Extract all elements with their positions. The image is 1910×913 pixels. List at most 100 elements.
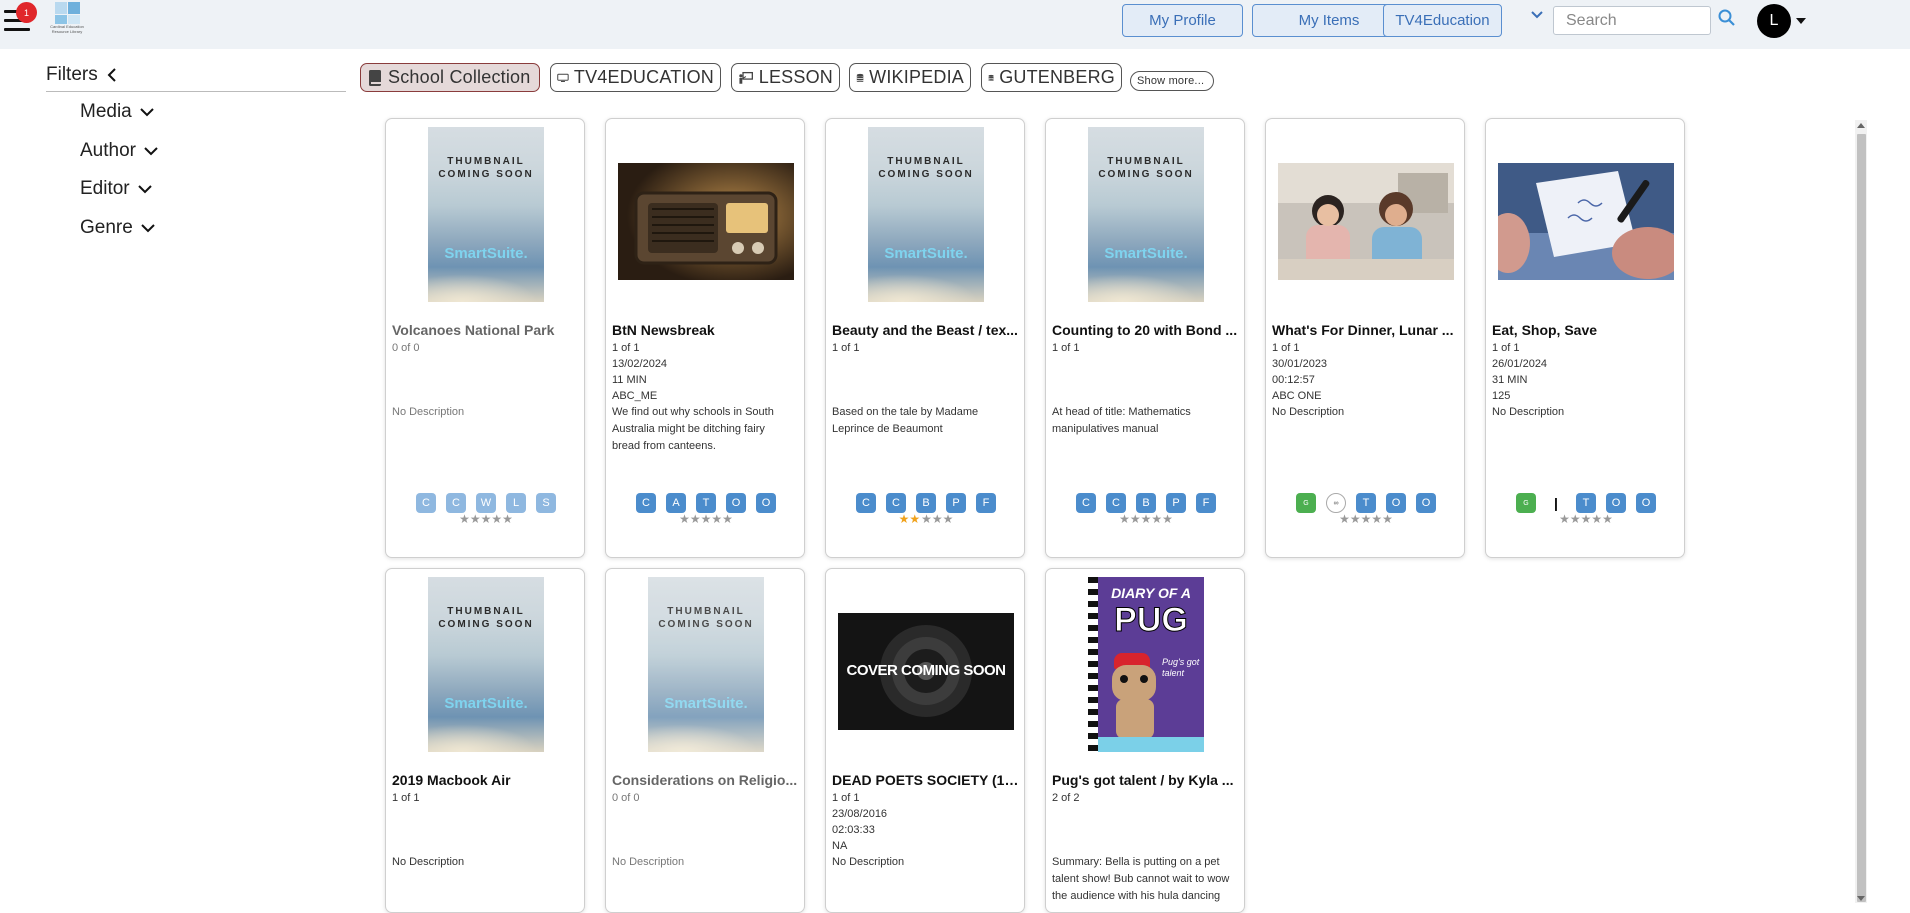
card-meta: 1 of 1 26/01/2024 31 MIN 125 xyxy=(1492,342,1548,402)
tv4education-button[interactable]: TV4Education xyxy=(1383,4,1502,37)
scroll-up-icon[interactable] xyxy=(1857,123,1865,128)
card-badges: G | T O O xyxy=(1486,493,1684,513)
user-avatar[interactable]: L xyxy=(1757,4,1791,38)
resource-card[interactable]: BtN Newsbreak 1 of 1 13/02/2024 11 MIN ABC_… xyxy=(605,118,805,558)
category-badge: C xyxy=(1076,493,1096,513)
category-badge: B xyxy=(916,493,936,513)
resource-card[interactable]: What's For Dinner, Lunar ... 1 of 1 30/01… xyxy=(1265,118,1465,558)
category-badge: P xyxy=(946,493,966,513)
thumbnail-brand: SmartSuite. xyxy=(664,695,748,712)
results-scrollbar[interactable] xyxy=(1855,120,1867,903)
card-title: Considerations on Religio... xyxy=(612,772,798,788)
star-rating[interactable]: ★★★★★ xyxy=(1046,513,1244,525)
abc-logo-icon: ∞ xyxy=(1326,493,1346,513)
resource-card[interactable]: THUMBNAIL COMING SOON SmartSuite. Volcano… xyxy=(385,118,585,558)
site-logo[interactable]: Cardinal Education Resource Library xyxy=(46,2,88,38)
resource-card[interactable]: DIARY OF A PUG Pug's got talent Pug's go… xyxy=(1045,568,1245,913)
scroll-down-icon[interactable] xyxy=(1857,896,1865,901)
channel-logo-icon: G xyxy=(1296,493,1316,513)
book-cover-image: DIARY OF A PUG Pug's got talent xyxy=(1088,577,1204,752)
star-rating[interactable]: ★★★★★ xyxy=(606,513,804,525)
filter-genre[interactable]: Genre xyxy=(80,217,156,239)
pill-label: WIKIPEDIA xyxy=(869,67,964,87)
resource-card[interactable]: COVER COMING SOON DEAD POETS SOCIETY (19… xyxy=(825,568,1025,913)
my-profile-button[interactable]: My Profile xyxy=(1122,4,1243,37)
category-badge: S xyxy=(536,493,556,513)
teacher-board-icon xyxy=(739,71,753,84)
thumbnail-placeholder: THUMBNAIL COMING SOON SmartSuite. xyxy=(868,127,984,302)
divider-logo-icon: | xyxy=(1546,493,1566,513)
star-rating[interactable]: ★★★★★ xyxy=(826,513,1024,525)
card-badges: C C B P F xyxy=(1046,493,1244,513)
chevron-left-icon[interactable] xyxy=(106,67,118,83)
star-rating[interactable]: ★★★★★ xyxy=(1486,513,1684,525)
resource-card[interactable]: THUMBNAIL COMING SOON SmartSuite. Beauty … xyxy=(825,118,1025,558)
source-pill-gutenberg[interactable]: GUTENBERG xyxy=(981,63,1122,92)
category-badge: C xyxy=(856,493,876,513)
top-bar: 1 Cardinal Education Resource Library My… xyxy=(0,0,1910,49)
card-title: DEAD POETS SOCIETY (1989) xyxy=(832,772,1020,788)
card-description: No Description xyxy=(612,856,685,868)
database-icon xyxy=(988,74,994,81)
source-pill-tv4education[interactable]: TV4EDUCATION xyxy=(550,63,721,92)
card-meta: 2 of 2 xyxy=(1052,792,1080,804)
chevron-down-icon xyxy=(141,224,155,233)
filter-author[interactable]: Author xyxy=(80,140,159,162)
search-input[interactable] xyxy=(1553,6,1711,35)
category-badge: T xyxy=(1576,493,1596,513)
category-badge: A xyxy=(666,493,686,513)
thumbnail-placeholder: THUMBNAIL COMING SOON SmartSuite. xyxy=(428,127,544,302)
card-badges: C C W L S xyxy=(386,493,584,513)
filters-divider xyxy=(46,91,346,92)
filter-label: Editor xyxy=(80,178,130,199)
source-pill-school-collection[interactable]: School Collection xyxy=(360,63,540,92)
filter-media[interactable]: Media xyxy=(80,101,155,123)
card-description: No Description xyxy=(1492,406,1565,418)
resource-card[interactable]: THUMBNAIL COMING SOON SmartSuite. Countin… xyxy=(1045,118,1245,558)
filter-label: Author xyxy=(80,140,136,161)
card-title: BtN Newsbreak xyxy=(612,322,715,338)
card-meta: 0 of 0 xyxy=(392,342,420,354)
filters-heading[interactable]: Filters xyxy=(46,64,118,86)
thumbnail-placeholder: THUMBNAIL COMING SOON SmartSuite. xyxy=(428,577,544,752)
filter-label: Media xyxy=(80,101,132,122)
channel-logo-icon: G xyxy=(1516,493,1536,513)
writing-note-thumbnail-image xyxy=(1498,163,1674,280)
resource-card[interactable]: THUMBNAIL COMING SOON SmartSuite. 2019 Ma… xyxy=(385,568,585,913)
thumbnail-text: THUMBNAIL COMING SOON xyxy=(1098,156,1194,180)
card-badges: G ∞ T O O xyxy=(1266,493,1464,513)
filter-editor[interactable]: Editor xyxy=(80,178,153,200)
notification-badge[interactable]: 1 xyxy=(16,2,37,23)
source-pill-lesson[interactable]: LESSON xyxy=(731,63,840,92)
caret-down-icon[interactable] xyxy=(1796,18,1806,24)
thumbnail-brand: SmartSuite. xyxy=(444,695,528,712)
show-more-button[interactable]: Show more... xyxy=(1130,71,1214,91)
card-badges: C C B P F xyxy=(826,493,1024,513)
card-title: What's For Dinner, Lunar ... xyxy=(1272,322,1454,338)
card-meta: 1 of 1 xyxy=(832,342,860,354)
category-badge: C xyxy=(636,493,656,513)
search-icon[interactable] xyxy=(1717,8,1737,28)
filters-title: Filters xyxy=(46,64,98,85)
resource-card[interactable]: THUMBNAIL COMING SOON SmartSuite. Conside… xyxy=(605,568,805,913)
category-badge: C xyxy=(886,493,906,513)
category-badge: C xyxy=(1106,493,1126,513)
chevron-down-icon[interactable] xyxy=(1530,8,1544,22)
monitor-icon xyxy=(557,73,569,82)
card-description: Summary: Bella is putting on a pet talen… xyxy=(1052,856,1230,902)
kitchen-thumbnail-image xyxy=(1278,163,1454,280)
star-rating[interactable]: ★★★★★ xyxy=(386,513,584,525)
star-rating[interactable]: ★★★★★ xyxy=(1266,513,1464,525)
scrollbar-thumb[interactable] xyxy=(1857,134,1866,902)
resource-card[interactable]: Eat, Shop, Save 1 of 1 26/01/2024 31 MIN 12… xyxy=(1485,118,1685,558)
category-badge: T xyxy=(1356,493,1376,513)
card-meta: 1 of 1 30/01/2023 00:12:57 ABC ONE xyxy=(1272,342,1328,402)
pill-label: TV4EDUCATION xyxy=(573,67,714,87)
card-description: No Description xyxy=(392,406,465,418)
category-badge: B xyxy=(1136,493,1156,513)
source-pill-wikipedia[interactable]: WIKIPEDIA xyxy=(849,63,971,92)
card-description: No Description xyxy=(1272,406,1345,418)
book-pug-text: PUG xyxy=(1114,601,1189,640)
chevron-down-icon xyxy=(137,185,152,194)
card-description: No Description xyxy=(392,856,465,868)
